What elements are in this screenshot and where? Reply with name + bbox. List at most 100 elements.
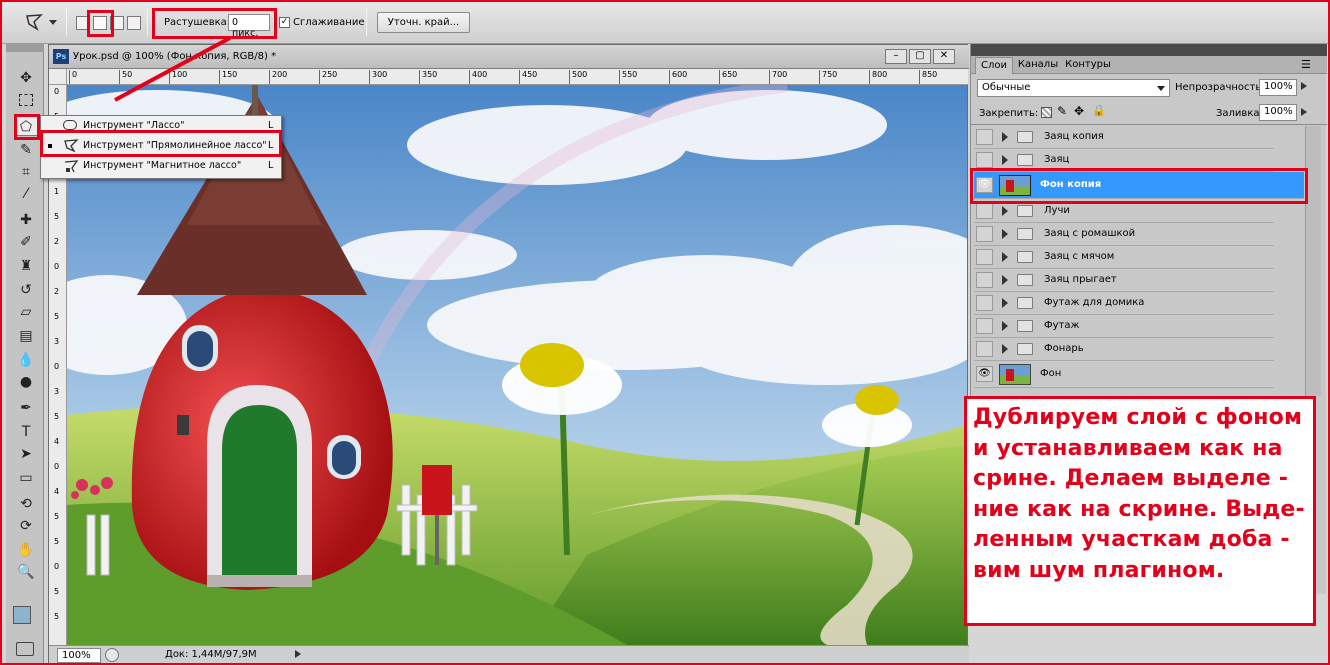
tab-layers[interactable]: Слои [975,57,1013,74]
visibility-toggle[interactable] [976,295,993,311]
blur-tool-icon[interactable]: 💧 [14,350,38,370]
3d-rotate-tool-icon[interactable]: ⟲ [14,494,38,514]
tab-paths[interactable]: Контуры [1063,57,1113,74]
ruler-v-tick: 5 [54,412,60,421]
folder-icon [1017,274,1033,286]
layer-name: Заяц [1044,154,1070,165]
layers-scrollbar[interactable] [1305,126,1321,396]
eraser-tool-icon[interactable]: ▱ [14,302,38,322]
layer-name: Фонарь [1044,343,1084,354]
layer-row[interactable]: Футаж [974,315,1274,338]
eyedropper-tool-icon[interactable]: ⁄ [14,184,38,204]
close-button[interactable]: ✕ [933,49,955,64]
tab-channels[interactable]: Каналы [1015,57,1061,74]
doc-info-icon[interactable] [105,648,119,662]
fill-field[interactable]: 100% [1259,104,1297,121]
layer-row[interactable]: Заяц с ромашкой [974,223,1274,246]
dodge-tool-icon[interactable]: ● [14,372,38,392]
pen-tool-icon[interactable]: ✒ [14,398,38,418]
ruler-v-tick: 0 [54,462,60,471]
folder-icon [1017,297,1033,309]
3d-orbit-tool-icon[interactable]: ⟳ [14,516,38,536]
hand-tool-icon[interactable]: ✋ [14,540,38,560]
eye-icon[interactable]: 👁 [976,366,993,382]
expand-triangle-icon[interactable] [1002,275,1008,285]
zoom-tool-icon[interactable]: 🔍 [14,562,38,582]
visibility-toggle[interactable] [976,129,993,145]
brush-tool-icon[interactable]: ✐ [14,232,38,252]
expand-triangle-icon[interactable] [1002,252,1008,262]
ruler-h-tick: 400 [469,70,487,84]
healing-brush-tool-icon[interactable]: ✚ [14,210,38,230]
fill-arrow-icon[interactable] [1301,108,1307,116]
expand-triangle-icon[interactable] [1002,132,1008,142]
crop-tool-icon[interactable]: ⌗ [14,162,38,182]
clone-stamp-tool-icon[interactable]: ♜ [14,256,38,276]
layer-row[interactable]: Фонарь [974,338,1274,361]
blend-mode-select[interactable]: Обычные [977,79,1170,97]
foreground-color-swatch[interactable] [13,606,31,624]
layer-name: Заяц копия [1044,131,1104,142]
layer-name: Заяц с ромашкой [1044,228,1136,239]
visibility-toggle[interactable] [976,152,993,168]
flyout-item-magnetic-lasso[interactable]: Инструмент "Магнитное лассо" L [41,156,281,175]
visibility-toggle[interactable] [976,249,993,265]
blend-mode-value: Обычные [982,82,1031,93]
refine-edge-button[interactable]: Уточн. край... [377,12,470,33]
layer-row[interactable]: Заяц прыгает [974,269,1274,292]
ruler-v-tick: 5 [54,587,60,596]
zoom-field[interactable]: 100% [57,648,101,663]
folder-icon [1017,343,1033,355]
ruler-h-tick: 500 [569,70,587,84]
tab-layers-label: Слои [981,60,1007,71]
layer-row[interactable]: 👁 Фон [974,361,1274,388]
ruler-h-tick: 600 [669,70,687,84]
layer-row[interactable]: Заяц с мячом [974,246,1274,269]
folder-icon [1017,320,1033,332]
path-selection-tool-icon[interactable]: ➤ [14,444,38,464]
type-tool-icon[interactable]: T [14,422,38,442]
ruler-h-tick: 850 [919,70,937,84]
minimize-button[interactable]: – [885,49,907,64]
visibility-toggle[interactable] [976,272,993,288]
visibility-toggle[interactable] [976,318,993,334]
history-brush-tool-icon[interactable]: ↺ [14,280,38,300]
ruler-v-tick: 5 [54,312,60,321]
shape-tool-icon[interactable]: ▭ [14,468,38,488]
expand-triangle-icon[interactable] [1002,206,1008,216]
maximize-button[interactable]: ▢ [909,49,931,64]
expand-triangle-icon[interactable] [1002,344,1008,354]
ruler-h-tick: 800 [869,70,887,84]
lock-position-icon[interactable]: ✥ [1074,104,1084,118]
status-menu-arrow-icon[interactable] [295,650,301,658]
fill-label: Заливка: [1216,108,1263,119]
quick-mask-icon[interactable] [16,642,34,656]
panel-menu-icon[interactable]: ☰ [1301,58,1311,71]
lock-pixels-icon[interactable]: ✎ [1057,104,1067,118]
tab-channels-label: Каналы [1017,59,1059,70]
highlight-polygonal-lasso-item [40,130,282,157]
opacity-arrow-icon[interactable] [1301,82,1307,90]
layer-name: Лучи [1044,205,1070,216]
visibility-toggle[interactable] [976,203,993,219]
expand-triangle-icon[interactable] [1002,155,1008,165]
visibility-toggle[interactable] [976,341,993,357]
ruler-h-tick: 700 [769,70,787,84]
layer-thumbnail [999,364,1031,385]
expand-triangle-icon[interactable] [1002,321,1008,331]
instruction-note-text: Дублируем слой с фоном и устанавливаем к… [973,405,1305,583]
expand-triangle-icon[interactable] [1002,298,1008,308]
chevron-down-icon [1157,86,1165,91]
lock-transparency-icon[interactable] [1041,107,1052,118]
ruler-v-tick: 2 [54,237,60,246]
layer-row[interactable]: Футаж для домика [974,292,1274,315]
ruler-h-tick: 650 [719,70,737,84]
gradient-tool-icon[interactable]: ▤ [14,326,38,346]
ruler-v-tick: 0 [54,562,60,571]
opacity-field[interactable]: 100% [1259,79,1297,96]
lock-all-icon[interactable]: 🔒 [1092,104,1106,117]
visibility-toggle[interactable] [976,226,993,242]
layer-row[interactable]: Заяц копия [974,126,1274,149]
expand-triangle-icon[interactable] [1002,229,1008,239]
quick-selection-tool-icon[interactable]: ✎ [14,140,38,160]
